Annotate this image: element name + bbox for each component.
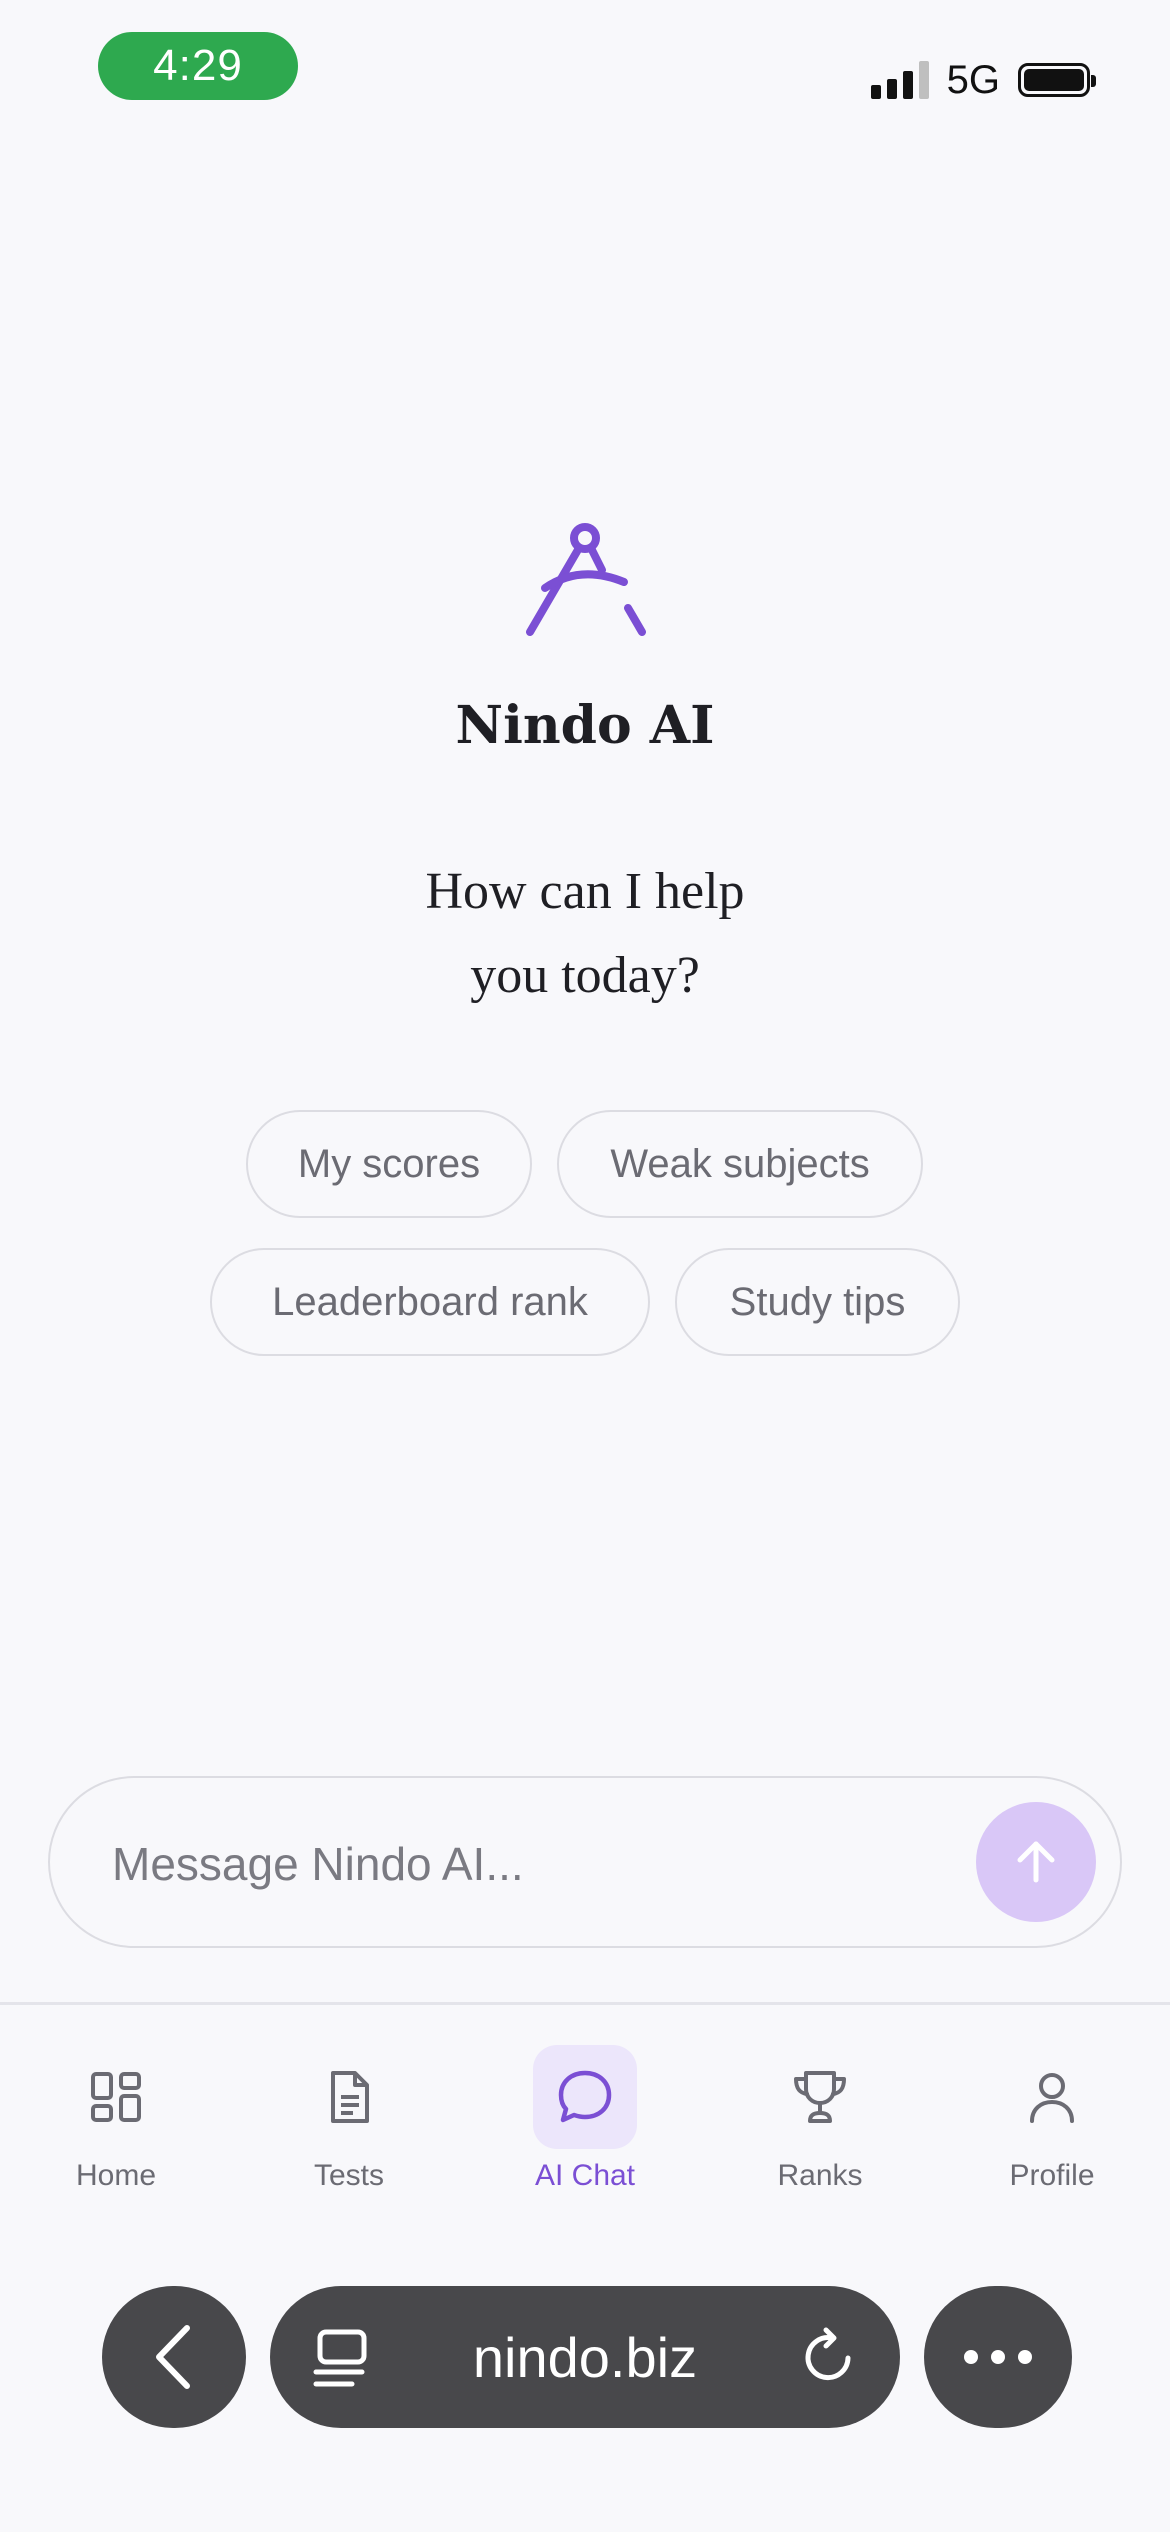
bottom-tab-bar: Home Tests AI Chat Ranks Profile (0, 2002, 1170, 2225)
browser-address-bar[interactable]: nindo.biz (270, 2286, 900, 2428)
tab-ai-chat[interactable]: AI Chat (505, 2045, 665, 2193)
suggestion-chip-my-scores[interactable]: My scores (246, 1110, 532, 1218)
suggestion-chip-leaderboard-rank[interactable]: Leaderboard rank (210, 1248, 650, 1356)
chevron-left-icon (156, 2325, 190, 2389)
compass-logo-icon (526, 523, 646, 636)
network-type: 5G (946, 57, 1000, 102)
browser-back-button[interactable] (102, 2286, 246, 2428)
more-dots-icon (964, 2350, 1032, 2364)
signal-icon (870, 61, 929, 99)
tab-label-profile: Profile (1009, 2159, 1095, 2192)
message-composer (48, 1776, 1122, 1948)
tab-home[interactable]: Home (36, 2045, 196, 2193)
browser-more-button[interactable] (924, 2286, 1072, 2428)
battery-icon (1018, 63, 1096, 97)
tab-label-ranks: Ranks (777, 2159, 863, 2192)
tab-ranks[interactable]: Ranks (740, 2045, 900, 2193)
grid-icon (91, 2072, 141, 2122)
tab-overview-icon (313, 2329, 367, 2387)
tab-profile[interactable]: Profile (972, 2045, 1132, 2193)
message-input[interactable] (110, 1818, 974, 1910)
suggestion-chip-study-tips[interactable]: Study tips (675, 1248, 960, 1356)
browser-url: nindo.biz (472, 2325, 698, 2389)
tab-label-tests: Tests (313, 2159, 385, 2192)
suggestion-chip-weak-subjects[interactable]: Weak subjects (557, 1110, 923, 1218)
chat-bubble-icon (558, 2070, 612, 2123)
status-indicators: 5G (870, 52, 1096, 108)
person-icon (1030, 2073, 1074, 2123)
status-time: 4:29 (98, 32, 298, 100)
document-icon (331, 2071, 369, 2123)
greeting-text: How can I help you today? (425, 863, 745, 1004)
trophy-icon (794, 2071, 846, 2123)
tab-label-ai-chat: AI Chat (534, 2159, 636, 2192)
send-button[interactable] (976, 1802, 1096, 1922)
tab-label-home: Home (75, 2159, 157, 2192)
arrow-up-icon (1017, 1841, 1055, 1883)
app-title: Nindo AI (455, 695, 715, 756)
reload-icon[interactable] (798, 2324, 862, 2390)
tab-tests[interactable]: Tests (269, 2045, 429, 2193)
